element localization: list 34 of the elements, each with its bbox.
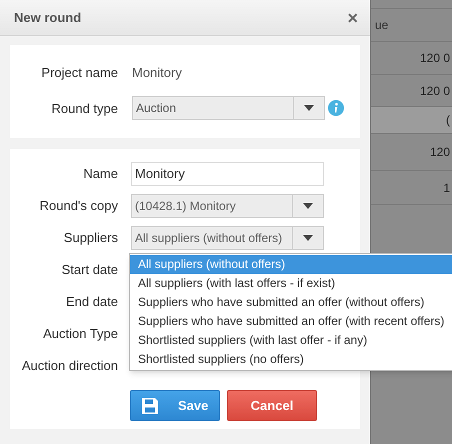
dropdown-option[interactable]: Shortlisted suppliers (no offers) [130,350,452,369]
table-cell-text: 120 0 [420,82,450,100]
info-icon[interactable] [328,100,344,116]
close-button[interactable]: × [347,8,358,26]
round-type-select[interactable]: Auction [132,96,325,120]
column-header: ue [375,17,388,34]
caret-icon [303,235,313,241]
field-label: Project name [40,64,118,82]
dropdown-select[interactable]: All suppliers (without offers) [131,226,324,250]
caret-icon [303,203,313,209]
dropdown-option[interactable]: All suppliers (without offers) [130,255,452,274]
dialog-title: New round [14,8,82,27]
field-label: Suppliers [62,229,118,248]
field-label: Start date [60,261,118,280]
cancel-button[interactable]: Cancel [227,390,317,421]
field-label: Round's copy [38,197,118,216]
table-cell-text: 1 [443,180,450,196]
dropdown-option[interactable]: Suppliers who have submitted an offer (with recent offers) [130,312,452,331]
dropdown-option[interactable]: All suppliers (with last offers - if exist) [130,274,452,293]
field-label: Auction direction [20,357,118,376]
field-label: Round type [50,100,118,118]
table-cell-text: ( [446,112,450,129]
project-name-value: Monitory [132,64,182,82]
name-input-field[interactable]: Monitory [131,162,324,186]
dropdown-option[interactable]: Shortlisted suppliers (with last offer - if any) [130,331,452,350]
caret-icon [304,105,314,112]
field-label: Auction Type [42,325,118,344]
table-cell-text: 120 0 [420,50,450,67]
save-button[interactable]: Save [130,390,220,421]
dropdown-select[interactable]: (10428.1) Monitory [131,194,324,218]
dropdown-option[interactable]: Suppliers who have submitted an offer (without offers) [130,293,452,312]
field-label: Name [82,165,118,184]
field-label: End date [64,293,118,312]
table-cell-text: 120 [430,144,450,161]
